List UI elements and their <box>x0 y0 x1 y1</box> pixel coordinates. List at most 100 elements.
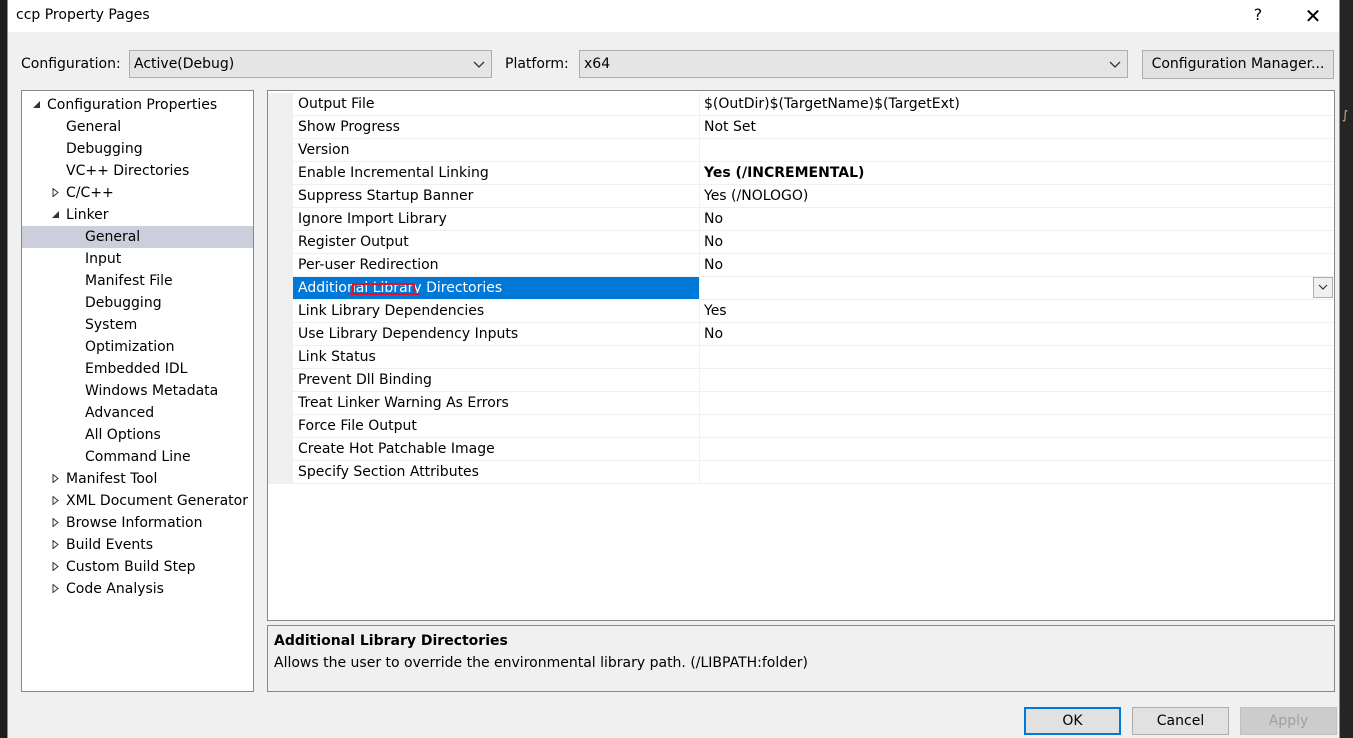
tree-item-label: Manifest Tool <box>66 471 158 487</box>
red-annotation-mark <box>350 280 422 300</box>
tree-item[interactable]: Debugging <box>22 292 253 314</box>
configuration-manager-button[interactable]: Configuration Manager... <box>1142 50 1334 79</box>
tree-item[interactable]: Configuration Properties <box>22 94 253 116</box>
ide-edge-mark: ∫ <box>1342 108 1349 122</box>
expanded-triangle-icon[interactable] <box>30 94 42 116</box>
platform-dropdown[interactable]: x64 <box>579 50 1128 78</box>
tree-item-label: Embedded IDL <box>85 361 188 377</box>
property-name: Register Output <box>293 231 700 253</box>
tree-item-label: Linker <box>66 207 109 223</box>
property-row[interactable]: Version <box>293 139 1334 162</box>
property-name: Specify Section Attributes <box>293 461 700 483</box>
property-value: No <box>704 211 724 227</box>
close-icon[interactable]: ✕ <box>1298 2 1328 30</box>
property-value <box>700 415 1334 437</box>
tree-item[interactable]: System <box>22 314 253 336</box>
property-value <box>700 392 1334 414</box>
property-name: Prevent Dll Binding <box>293 369 700 391</box>
ok-button[interactable]: OK <box>1024 707 1121 735</box>
tree-item[interactable]: General <box>22 116 253 138</box>
tree-item[interactable]: VC++ Directories <box>22 160 253 182</box>
property-value <box>700 346 1334 368</box>
property-value[interactable] <box>700 277 1334 299</box>
property-tree[interactable]: Configuration Properties General Debugging… <box>21 90 254 692</box>
tree-item[interactable]: Linker <box>22 204 253 226</box>
property-row[interactable]: Create Hot Patchable Image <box>293 438 1334 461</box>
tree-item[interactable]: Windows Metadata <box>22 380 253 402</box>
property-row[interactable]: Ignore Import Library No <box>293 208 1334 231</box>
chevron-down-icon <box>1107 55 1123 73</box>
collapsed-triangle-icon[interactable] <box>49 490 61 512</box>
apply-button[interactable]: Apply <box>1240 707 1337 735</box>
tree-item[interactable]: Code Analysis <box>22 578 253 600</box>
property-row[interactable]: Link Status <box>293 346 1334 369</box>
property-value: No <box>704 257 724 273</box>
tree-item[interactable]: Build Events <box>22 534 253 556</box>
property-name: Version <box>293 139 700 161</box>
tree-item-label: General <box>85 229 141 245</box>
tree-item[interactable]: Custom Build Step <box>22 556 253 578</box>
description-title: Additional Library Directories <box>274 633 508 649</box>
tree-item-label: Build Events <box>66 537 153 553</box>
property-row[interactable]: Suppress Startup Banner Yes (/NOLOGO) <box>293 185 1334 208</box>
property-row[interactable]: Force File Output <box>293 415 1334 438</box>
property-grid[interactable]: Output File $(OutDir)$(TargetName)$(Targe… <box>267 90 1335 621</box>
help-icon[interactable]: ? <box>1248 5 1268 24</box>
tree-item[interactable]: Debugging <box>22 138 253 160</box>
value-dropdown-button[interactable] <box>1313 277 1333 298</box>
tree-item[interactable]: Optimization <box>22 336 253 358</box>
tree-item-label: Debugging <box>85 295 162 311</box>
property-row[interactable]: Prevent Dll Binding <box>293 369 1334 392</box>
collapsed-triangle-icon[interactable] <box>49 556 61 578</box>
tree-item[interactable]: Manifest Tool <box>22 468 253 490</box>
tree-item-label: Command Line <box>85 449 191 465</box>
tree-item[interactable]: All Options <box>22 424 253 446</box>
property-name: Link Library Dependencies <box>293 300 700 322</box>
ide-background-left <box>0 0 7 738</box>
property-row[interactable]: Output File $(OutDir)$(TargetName)$(Targe… <box>293 93 1334 116</box>
property-name: Ignore Import Library <box>293 208 700 230</box>
tree-item-label: Optimization <box>85 339 175 355</box>
collapsed-triangle-icon[interactable] <box>49 182 61 204</box>
tree-item-label: Input <box>85 251 122 267</box>
property-row[interactable]: Link Library Dependencies Yes <box>293 300 1334 323</box>
collapsed-triangle-icon[interactable] <box>49 512 61 534</box>
property-row[interactable]: Enable Incremental Linking Yes (/INCREMEN… <box>293 162 1334 185</box>
property-value: Yes <box>704 303 727 319</box>
tree-item[interactable]: Input <box>22 248 253 270</box>
cancel-button[interactable]: Cancel <box>1132 707 1229 735</box>
tree-item[interactable]: XML Document Generator <box>22 490 253 512</box>
tree-item[interactable]: C/C++ <box>22 182 253 204</box>
tree-item-label: Code Analysis <box>66 581 164 597</box>
property-row[interactable]: Per-user Redirection No <box>293 254 1334 277</box>
tree-item-label: Debugging <box>66 141 143 157</box>
property-value <box>700 139 1334 161</box>
collapsed-triangle-icon[interactable] <box>49 578 61 600</box>
collapsed-triangle-icon[interactable] <box>49 534 61 556</box>
title-bar: ccp Property Pages ? ✕ <box>8 0 1339 32</box>
expanded-triangle-icon[interactable] <box>49 204 61 226</box>
tree-item-label: Configuration Properties <box>47 97 218 113</box>
property-row[interactable]: Additional Library Directories <box>293 277 1334 300</box>
tree-item[interactable]: General <box>22 226 253 248</box>
tree-item[interactable]: Advanced <box>22 402 253 424</box>
property-row[interactable]: Show Progress Not Set <box>293 116 1334 139</box>
collapsed-triangle-icon[interactable] <box>49 468 61 490</box>
tree-item-label: System <box>85 317 138 333</box>
property-row[interactable]: Treat Linker Warning As Errors <box>293 392 1334 415</box>
tree-item[interactable]: Manifest File <box>22 270 253 292</box>
configuration-dropdown[interactable]: Active(Debug) <box>129 50 492 78</box>
property-value: $(OutDir)$(TargetName)$(TargetExt) <box>704 96 960 112</box>
property-name: Force File Output <box>293 415 700 437</box>
property-name: Per-user Redirection <box>293 254 700 276</box>
tree-item[interactable]: Browse Information <box>22 512 253 534</box>
property-row[interactable]: Use Library Dependency Inputs No <box>293 323 1334 346</box>
window-title: ccp Property Pages <box>16 7 150 23</box>
property-row[interactable]: Register Output No <box>293 231 1334 254</box>
description-text: Allows the user to override the environm… <box>274 655 808 671</box>
property-row[interactable]: Specify Section Attributes <box>293 461 1334 484</box>
grid-gutter <box>268 93 293 484</box>
tree-item[interactable]: Command Line <box>22 446 253 468</box>
property-value: No <box>704 234 724 250</box>
tree-item[interactable]: Embedded IDL <box>22 358 253 380</box>
